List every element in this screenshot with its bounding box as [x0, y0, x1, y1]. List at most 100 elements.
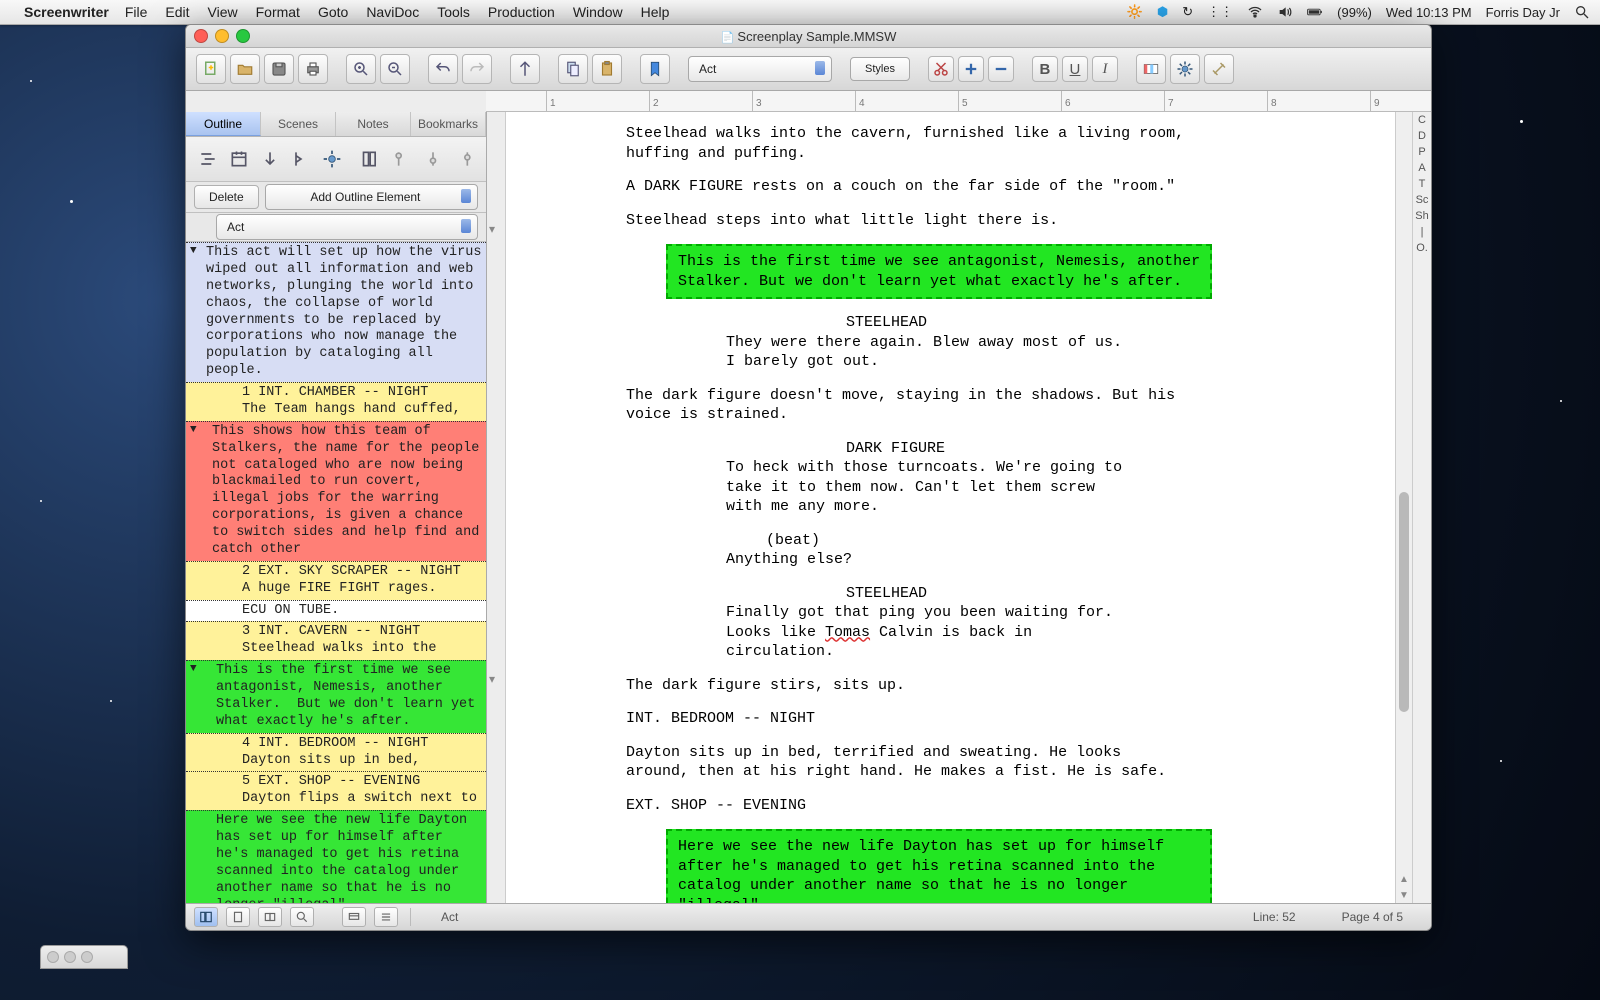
view-index-cards-button[interactable] [342, 907, 366, 927]
scroll-down-arrow-icon[interactable]: ▼ [1396, 890, 1412, 901]
character-cue[interactable]: DARK FIGURE [626, 439, 1395, 459]
outline-item[interactable]: ▼This is the first time we see antagonis… [186, 660, 486, 733]
window-minimize-button[interactable] [215, 29, 229, 43]
scene-heading[interactable]: INT. BEDROOM -- NIGHT [626, 709, 1184, 729]
add-element-button[interactable] [958, 56, 984, 82]
dialogue[interactable]: They were there again. Blew away most of… [626, 333, 1122, 372]
tab-notes[interactable]: Notes [336, 112, 411, 136]
element-shortcut[interactable]: C [1418, 114, 1426, 130]
window-zoom-button[interactable] [236, 29, 250, 43]
new-document-button[interactable] [196, 54, 226, 84]
add-outline-select[interactable]: Add Outline Element [265, 184, 478, 210]
outline-filter-select[interactable]: Act [216, 214, 478, 240]
action-paragraph[interactable]: The dark figure doesn't move, staying in… [626, 386, 1184, 425]
outline-item[interactable]: Here we see the new life Dayton has set … [186, 810, 486, 903]
dialogue[interactable]: Finally got that ping you been waiting f… [626, 603, 1122, 662]
cut-button[interactable] [928, 56, 954, 82]
outline-columns-icon[interactable] [360, 147, 383, 171]
element-shortcut[interactable]: | [1421, 226, 1424, 242]
menu-window[interactable]: Window [573, 4, 623, 20]
menu-goto[interactable]: Goto [318, 4, 348, 20]
copy-button[interactable] [558, 54, 588, 84]
timemachine-icon[interactable]: ↻ [1182, 4, 1193, 20]
outline-item[interactable]: ▼This shows how this team of Stalkers, t… [186, 421, 486, 561]
outline-collapse-icon[interactable] [289, 147, 312, 171]
element-shortcut[interactable]: T [1419, 178, 1426, 194]
element-shortcut[interactable]: D [1418, 130, 1426, 146]
remove-element-button[interactable] [988, 56, 1014, 82]
save-button[interactable] [264, 54, 294, 84]
menu-navidoc[interactable]: NaviDoc [366, 4, 419, 20]
view-list-button[interactable] [374, 907, 398, 927]
underline-button[interactable]: U [1062, 56, 1088, 82]
script-note[interactable]: Here we see the new life Dayton has set … [666, 829, 1212, 903]
outline-item[interactable]: 2 EXT. SKY SCRAPER -- NIGHT A huge FIRE … [186, 561, 486, 600]
view-zoom-button[interactable] [290, 907, 314, 927]
outline-item[interactable]: 1 INT. CHAMBER -- NIGHT The Team hangs h… [186, 382, 486, 421]
app-name[interactable]: Screenwriter [24, 4, 109, 20]
outline-list[interactable]: ▼This act will set up how the virus wipe… [186, 242, 486, 903]
view-page-button[interactable] [226, 907, 250, 927]
styles-button[interactable]: Styles [850, 57, 910, 81]
open-document-button[interactable] [230, 54, 260, 84]
spotlight-icon[interactable] [1574, 4, 1590, 20]
menu-tools[interactable]: Tools [437, 4, 470, 20]
element-shortcut[interactable]: A [1418, 162, 1425, 178]
action-paragraph[interactable]: Steelhead walks into the cavern, furnish… [626, 124, 1184, 163]
view-pages-button[interactable] [258, 907, 282, 927]
element-shortcut[interactable]: Sh [1415, 210, 1428, 226]
user-name[interactable]: Forris Day Jr [1486, 5, 1560, 20]
outline-item[interactable]: 5 EXT. SHOP -- EVENING Dayton flips a sw… [186, 771, 486, 810]
fold-chevron-icon[interactable]: ▾ [489, 672, 495, 686]
screenplay-page[interactable]: Steelhead walks into the cavern, furnish… [506, 112, 1395, 903]
redo-button[interactable] [462, 54, 492, 84]
outline-slider1-icon[interactable] [391, 147, 414, 171]
dropbox-icon[interactable]: ⬢ [1157, 4, 1168, 20]
scroll-up-arrow-icon[interactable]: ▲ [1396, 874, 1412, 885]
window-titlebar[interactable]: Screenplay Sample.MMSW [186, 25, 1431, 48]
volume-icon[interactable] [1277, 4, 1293, 20]
menu-file[interactable]: File [125, 4, 148, 20]
outline-item[interactable]: ▼This act will set up how the virus wipe… [186, 242, 486, 382]
action-paragraph[interactable]: A DARK FIGURE rests on a couch on the fa… [626, 177, 1184, 197]
element-shortcut[interactable]: O. [1416, 242, 1428, 258]
zoom-out-button[interactable] [380, 54, 410, 84]
background-window[interactable] [40, 945, 128, 969]
menu-edit[interactable]: Edit [165, 4, 189, 20]
view-navidoc-button[interactable] [194, 907, 218, 927]
outline-move-down-icon[interactable] [258, 147, 281, 171]
outline-item[interactable]: 4 INT. BEDROOM -- NIGHT Dayton sits up i… [186, 733, 486, 772]
character-cue[interactable]: STEELHEAD [626, 313, 1395, 333]
wifi-icon[interactable] [1247, 4, 1263, 20]
action-paragraph[interactable]: Steelhead steps into what little light t… [626, 211, 1184, 231]
bookmark-button[interactable] [640, 54, 670, 84]
element-type-select[interactable]: Act [688, 56, 832, 82]
character-cue[interactable]: STEELHEAD [626, 584, 1395, 604]
outline-calendar-icon[interactable] [227, 147, 250, 171]
tab-outline[interactable]: Outline [186, 112, 261, 136]
delete-outline-button[interactable]: Delete [194, 185, 259, 209]
paste-button[interactable] [592, 54, 622, 84]
outline-item[interactable]: ECU ON TUBE. [186, 600, 486, 622]
bold-button[interactable]: B [1032, 56, 1058, 82]
spellcheck-mark[interactable]: Tomas [825, 624, 870, 641]
menu-production[interactable]: Production [488, 4, 555, 20]
script-note[interactable]: This is the first time we see antagonist… [666, 244, 1212, 299]
dialogue[interactable]: Anything else? [626, 550, 1122, 570]
outline-item[interactable]: 3 INT. CAVERN -- NIGHT Steelhead walks i… [186, 621, 486, 660]
element-shortcut[interactable]: Sc [1416, 194, 1429, 210]
scrollbar-thumb[interactable] [1399, 492, 1409, 712]
horizontal-ruler[interactable]: 123456789 [486, 91, 1431, 112]
zoom-in-button[interactable] [346, 54, 376, 84]
goto-button[interactable] [510, 54, 540, 84]
action-paragraph[interactable]: Dayton sits up in bed, terrified and swe… [626, 743, 1184, 782]
window-close-button[interactable] [194, 29, 208, 43]
fold-chevron-icon[interactable]: ▾ [489, 222, 495, 236]
outline-settings-icon[interactable] [320, 147, 343, 171]
bluetooth-icon[interactable]: ⋮⋮ [1207, 4, 1233, 20]
disclosure-triangle-icon[interactable]: ▼ [190, 424, 197, 438]
outline-indent-icon[interactable] [196, 147, 219, 171]
dialogue[interactable]: To heck with those turncoats. We're goin… [626, 458, 1122, 517]
tab-scenes[interactable]: Scenes [261, 112, 336, 136]
battery-icon[interactable] [1307, 4, 1323, 20]
